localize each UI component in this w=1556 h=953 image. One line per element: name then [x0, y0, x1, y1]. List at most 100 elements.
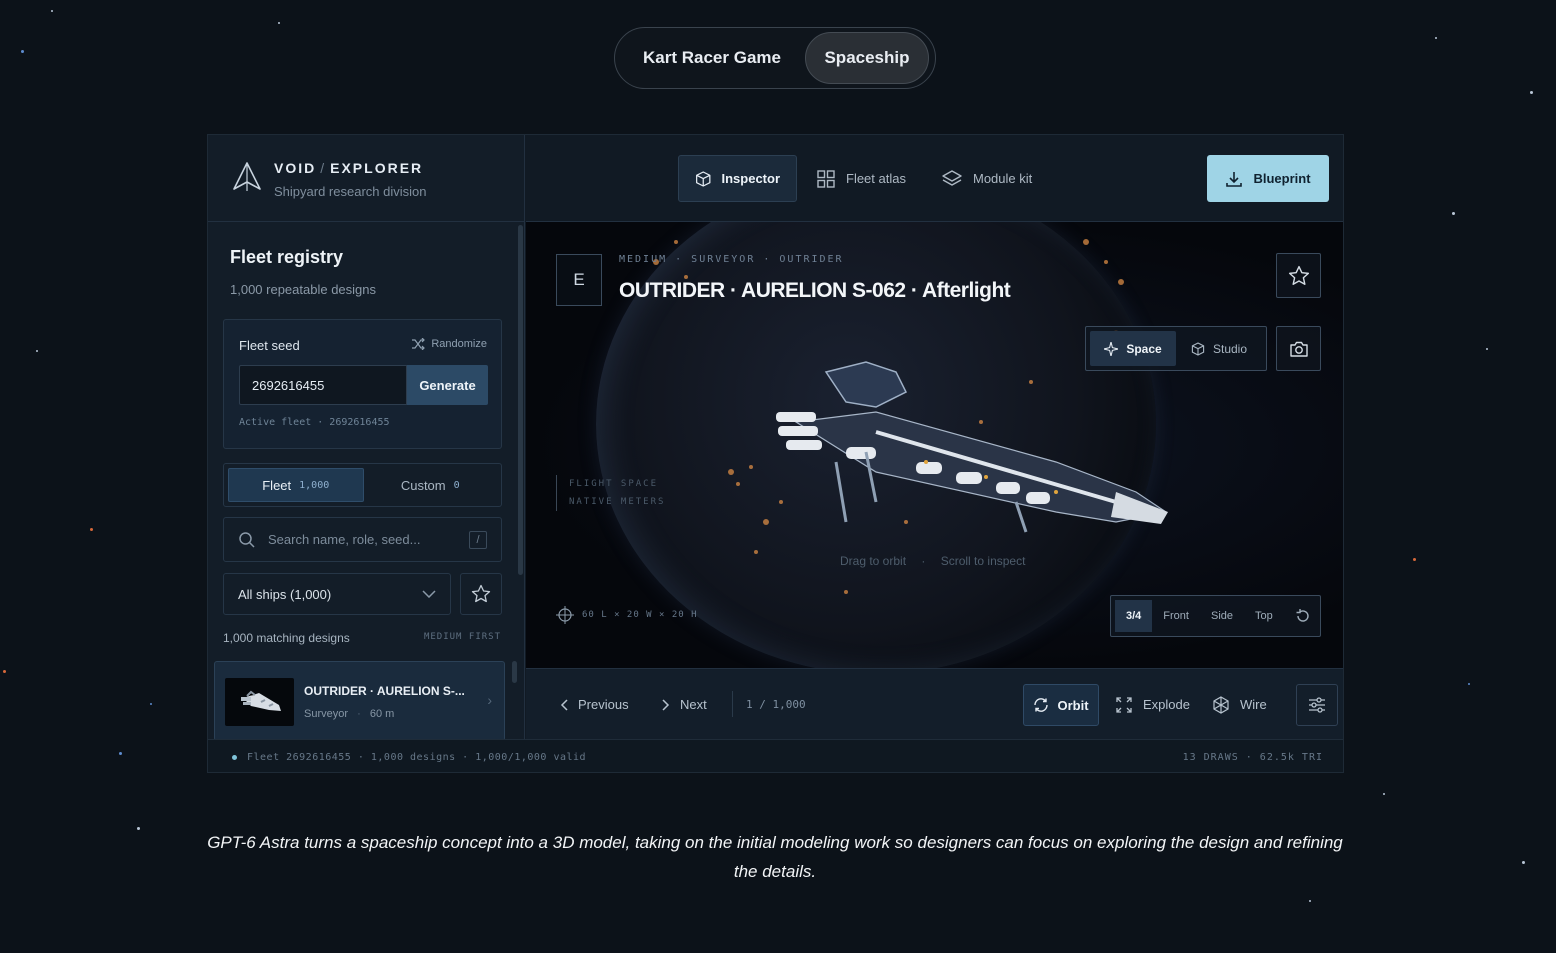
blueprint-label: Blueprint	[1253, 171, 1311, 186]
registry-title: Fleet registry	[230, 247, 344, 267]
screenshot-button[interactable]	[1276, 326, 1321, 371]
ship-list-item[interactable]: OUTRIDER · AURELION S-... Surveyor · 60 …	[214, 661, 505, 741]
mode-spaceship[interactable]: Spaceship	[805, 32, 929, 84]
matching-count: 1,000 matching designs	[223, 631, 350, 645]
native-meters-text: NATIVE METERS	[569, 497, 666, 507]
segment-fleet[interactable]: Fleet 1,000	[228, 468, 364, 502]
ship-search-input[interactable]: Search name, role, seed... /	[223, 517, 502, 562]
blueprint-download-button[interactable]: Blueprint	[1207, 155, 1329, 202]
sparkle-icon	[1104, 341, 1119, 356]
previous-button[interactable]: Previous	[560, 669, 629, 740]
view-side[interactable]: Side	[1200, 600, 1244, 632]
brand-name: VOID / EXPLORER	[274, 160, 424, 176]
grade-badge: E	[556, 254, 602, 306]
top-nav: Inspector Fleet atlas Module kit Bluepri…	[526, 135, 1343, 222]
randomize-label: Randomize	[431, 338, 487, 350]
ship-meta: Surveyor · 60 m	[304, 708, 395, 720]
brand-void: VOID	[274, 160, 317, 176]
ship-length: 60 m	[369, 708, 395, 720]
crosshair-icon	[556, 606, 574, 624]
flight-space-label: FLIGHT SPACE NATIVE METERS	[556, 475, 665, 511]
search-shortcut-badge: /	[469, 530, 487, 549]
download-icon	[1226, 171, 1243, 187]
generate-button[interactable]: Generate	[407, 365, 488, 405]
chevron-right-icon	[662, 698, 670, 711]
sidebar: VOID / EXPLORER Shipyard research division…	[208, 135, 525, 741]
caption: GPT-6 Astra turns a spaceship concept in…	[207, 833, 1343, 881]
segment-custom[interactable]: Custom 0	[364, 468, 498, 502]
ship-class-tag: MEDIUM · SURVEYOR · OUTRIDER	[619, 254, 844, 265]
status-left-text: Fleet 2692616455 · 1,000 designs · 1,000…	[247, 752, 587, 763]
ship-role: Surveyor	[304, 708, 349, 720]
orbit-icon	[1034, 698, 1049, 712]
ship-thumbnail	[225, 678, 294, 726]
3d-viewport[interactable]: E MEDIUM · SURVEYOR · OUTRIDER OUTRIDER …	[526, 222, 1343, 668]
mode-toggle: Kart Racer Game Spaceship	[614, 27, 936, 89]
tab-module-kit[interactable]: Module kit	[925, 155, 1048, 202]
chevron-down-icon	[422, 590, 436, 598]
brand-header: VOID / EXPLORER Shipyard research division	[208, 135, 525, 222]
env-studio[interactable]: Studio	[1176, 331, 1262, 366]
layers-icon	[942, 169, 962, 186]
search-icon	[239, 531, 255, 548]
view-top[interactable]: Top	[1244, 600, 1284, 632]
ship-title: OUTRIDER · AURELION S-062 · Afterlight	[619, 279, 1011, 302]
ship-filter-select[interactable]: All ships (1,000)	[223, 573, 451, 615]
settings-button[interactable]	[1296, 684, 1338, 726]
tab-fleet-atlas-label: Fleet atlas	[846, 171, 906, 186]
status-dot	[232, 755, 237, 760]
favorites-filter-button[interactable]	[460, 573, 502, 615]
cube-icon	[696, 170, 711, 187]
orbit-label: Orbit	[1057, 697, 1089, 713]
grid-icon	[817, 169, 835, 188]
wire-button[interactable]: Wire	[1212, 669, 1267, 740]
sort-label[interactable]: MEDIUM FIRST	[424, 632, 501, 642]
brand-section: EXPLORER	[330, 160, 424, 176]
ship-name: OUTRIDER · AURELION S-...	[304, 684, 465, 698]
camera-icon	[1289, 341, 1308, 357]
list-scrollbar[interactable]	[512, 661, 517, 683]
tab-inspector[interactable]: Inspector	[678, 155, 797, 202]
viewport-hint: Drag to orbit · Scroll to inspect	[840, 554, 1026, 568]
seed-input[interactable]: 2692616455	[239, 365, 407, 405]
ship-position: 1 / 1,000	[746, 698, 806, 711]
wire-label: Wire	[1240, 697, 1267, 712]
expand-icon	[1116, 696, 1132, 713]
star-icon	[1288, 265, 1309, 285]
segment-custom-label: Custom	[400, 477, 446, 493]
previous-label: Previous	[578, 697, 629, 712]
explode-button[interactable]: Explode	[1115, 669, 1190, 740]
shuffle-icon	[412, 338, 426, 350]
cube-icon	[1191, 341, 1205, 356]
view-three-quarter[interactable]: 3/4	[1115, 600, 1153, 632]
camera-view-selector: 3/4 Front Side Top	[1110, 595, 1321, 637]
status-bar: Fleet 2692616455 · 1,000 designs · 1,000…	[208, 739, 1343, 772]
favorite-button[interactable]	[1276, 253, 1321, 298]
search-placeholder: Search name, role, seed...	[268, 532, 421, 547]
fleet-segment-control: Fleet 1,000 Custom 0	[223, 463, 502, 507]
reset-icon	[1296, 609, 1309, 622]
env-space-label: Space	[1126, 341, 1162, 356]
explode-label: Explode	[1143, 697, 1190, 712]
orbit-button[interactable]: Orbit	[1023, 684, 1099, 726]
ship-logo-icon	[233, 162, 261, 191]
view-front[interactable]: Front	[1152, 600, 1200, 632]
registry-subtitle: 1,000 repeatable designs	[230, 282, 377, 297]
toolbar-divider	[732, 691, 733, 717]
brand-subtitle: Shipyard research division	[274, 184, 427, 199]
wireframe-icon	[1213, 695, 1229, 714]
tab-fleet-atlas[interactable]: Fleet atlas	[800, 155, 922, 202]
active-fleet-text: Active fleet · 2692616455	[239, 417, 390, 428]
randomize-button[interactable]: Randomize	[411, 338, 487, 350]
reset-view-button[interactable]	[1284, 600, 1322, 632]
filter-value: All ships (1,000)	[238, 586, 332, 602]
env-space[interactable]: Space	[1090, 331, 1176, 366]
bottom-toolbar: Previous Next 1 / 1,000 Orbit Explode Wi…	[526, 668, 1343, 740]
segment-custom-count: 0	[453, 479, 460, 491]
sidebar-scrollbar[interactable]	[518, 225, 523, 575]
environment-toggle: Space Studio	[1085, 326, 1267, 371]
mode-kart-racer[interactable]: Kart Racer Game	[619, 32, 805, 84]
segment-fleet-label: Fleet	[262, 477, 292, 493]
next-button[interactable]: Next	[662, 669, 707, 740]
chevron-left-icon	[560, 698, 568, 711]
